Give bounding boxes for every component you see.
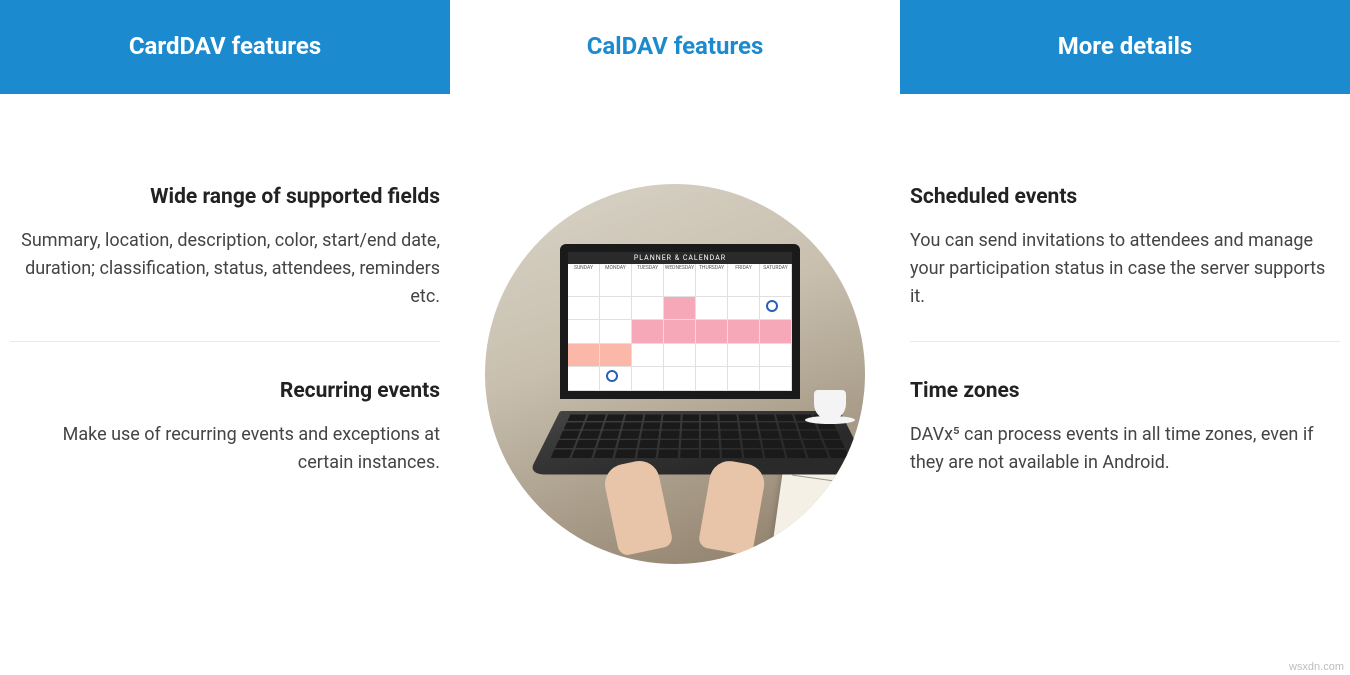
hero-image: PLANNER & CALENDAR SUNDAY MONDAY TUESDAY… <box>485 184 865 564</box>
feature-supported-fields: Wide range of supported fields Summary, … <box>10 184 440 342</box>
laptop-illustration: PLANNER & CALENDAR SUNDAY MONDAY TUESDAY… <box>530 244 830 464</box>
day-label: THURSDAY <box>696 264 728 273</box>
feature-recurring-events: Recurring events Make use of recurring e… <box>10 378 440 507</box>
feature-title: Scheduled events <box>910 184 1340 211</box>
feature-description: Summary, location, description, color, s… <box>10 227 440 311</box>
feature-time-zones: Time zones DAVx⁵ can process events in a… <box>910 378 1340 507</box>
center-column: PLANNER & CALENDAR SUNDAY MONDAY TUESDAY… <box>450 184 900 564</box>
day-label: SATURDAY <box>760 264 792 273</box>
feature-description: DAVx⁵ can process events in all time zon… <box>910 421 1340 477</box>
day-label: SUNDAY <box>568 264 600 273</box>
tab-carddav[interactable]: CardDAV features <box>0 0 450 94</box>
content-area: Wide range of supported fields Summary, … <box>0 94 1350 564</box>
right-column: Scheduled events You can send invitation… <box>900 184 1350 564</box>
tabs-container: CardDAV features CalDAV features More de… <box>0 0 1350 94</box>
calendar-day-labels: SUNDAY MONDAY TUESDAY WEDNESDAY THURSDAY… <box>568 264 792 273</box>
calendar-header: PLANNER & CALENDAR <box>568 252 792 264</box>
feature-title: Recurring events <box>10 378 440 405</box>
laptop-screen: PLANNER & CALENDAR SUNDAY MONDAY TUESDAY… <box>560 244 800 399</box>
feature-scheduled-events: Scheduled events You can send invitation… <box>910 184 1340 342</box>
calendar-grid <box>568 273 792 391</box>
coffee-cup <box>805 379 855 424</box>
feature-description: Make use of recurring events and excepti… <box>10 421 440 477</box>
feature-title: Wide range of supported fields <box>10 184 440 211</box>
calendar-on-screen: PLANNER & CALENDAR SUNDAY MONDAY TUESDAY… <box>568 252 792 391</box>
feature-description: You can send invitations to attendees an… <box>910 227 1340 311</box>
tab-more-details[interactable]: More details <box>900 0 1350 94</box>
day-label: FRIDAY <box>728 264 760 273</box>
feature-title: Time zones <box>910 378 1340 405</box>
tab-caldav[interactable]: CalDAV features <box>450 0 900 94</box>
left-column: Wide range of supported fields Summary, … <box>0 184 450 564</box>
day-label: MONDAY <box>600 264 632 273</box>
day-label: WEDNESDAY <box>664 264 696 273</box>
watermark-text: wsxdn.com <box>1289 661 1344 673</box>
day-label: TUESDAY <box>632 264 664 273</box>
